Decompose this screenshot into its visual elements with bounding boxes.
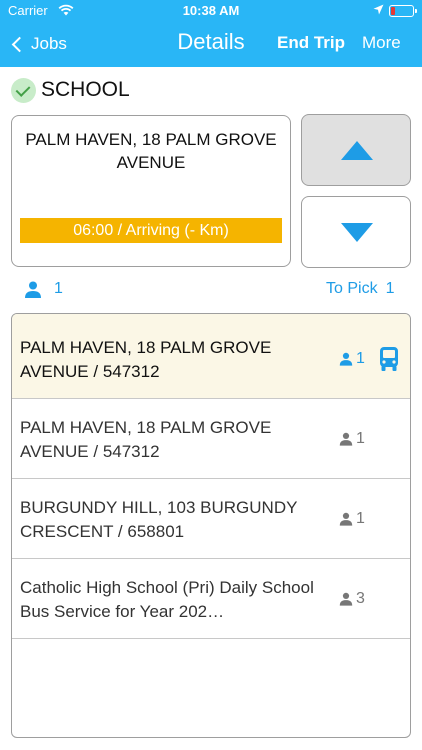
person-icon: [339, 432, 353, 446]
stop-pax-value: 1: [356, 510, 365, 527]
trip-type-row: SCHOOL: [11, 77, 130, 103]
end-trip-button[interactable]: End Trip: [277, 33, 345, 53]
stop-passenger-count: 3: [339, 590, 365, 608]
arrival-status-badge: 06:00 / Arriving (- Km): [20, 218, 282, 243]
person-icon: [339, 592, 353, 606]
arrow-down-icon: [341, 223, 373, 242]
arrow-up-icon: [341, 141, 373, 160]
back-button[interactable]: Jobs: [10, 32, 67, 56]
stop-passenger-count: 1: [339, 350, 365, 368]
current-stop-address: PALM HAVEN, 18 PALM GROVE AVENUE: [25, 130, 277, 172]
trip-type-label: SCHOOL: [41, 78, 130, 101]
more-button[interactable]: More: [362, 33, 401, 53]
previous-stop-button[interactable]: [301, 114, 411, 186]
stop-address: PALM HAVEN, 18 PALM GROVE AVENUE / 54731…: [20, 338, 272, 381]
passenger-count-value: 1: [54, 280, 63, 297]
person-icon: [339, 352, 353, 366]
status-bar: Carrier 10:38 AM: [0, 0, 422, 22]
stop-address: BURGUNDY HILL, 103 BURGUNDY CRESCENT / 6…: [20, 498, 298, 541]
list-item[interactable]: Catholic High School (Pri) Daily School …: [12, 559, 410, 639]
list-item[interactable]: PALM HAVEN, 18 PALM GROVE AVENUE / 54731…: [12, 399, 410, 479]
stop-pax-value: 1: [356, 430, 365, 447]
passenger-count: 1: [24, 279, 63, 299]
stop-list[interactable]: PALM HAVEN, 18 PALM GROVE AVENUE / 54731…: [11, 313, 411, 738]
to-pick-summary: To Pick 1: [326, 280, 394, 298]
current-stop-card: PALM HAVEN, 18 PALM GROVE AVENUE 06:00 /…: [11, 115, 291, 267]
stop-passenger-count: 1: [339, 510, 365, 528]
list-item[interactable]: BURGUNDY HILL, 103 BURGUNDY CRESCENT / 6…: [12, 479, 410, 559]
status-time: 10:38 AM: [182, 3, 240, 18]
stop-address: PALM HAVEN, 18 PALM GROVE AVENUE / 54731…: [20, 418, 272, 461]
bus-icon: [380, 347, 398, 371]
to-pick-count: 1: [385, 280, 395, 297]
back-label: Jobs: [31, 34, 67, 53]
navigation-bar: Carrier 10:38 AM Jobs Details End Trip M…: [0, 0, 422, 67]
stop-address: Catholic High School (Pri) Daily School …: [20, 578, 314, 621]
to-pick-label: To Pick: [326, 280, 378, 297]
location-arrow-icon: [373, 4, 384, 15]
stop-pax-value: 1: [356, 350, 365, 367]
chevron-left-icon: [11, 36, 28, 52]
battery-icon: [389, 5, 417, 17]
person-icon: [25, 281, 41, 298]
check-circle-icon: [11, 77, 36, 103]
list-item[interactable]: PALM HAVEN, 18 PALM GROVE AVENUE / 54731…: [12, 314, 410, 399]
stop-pax-value: 3: [356, 590, 365, 607]
next-stop-button[interactable]: [301, 196, 411, 268]
stop-passenger-count: 1: [339, 430, 365, 448]
person-icon: [339, 512, 353, 526]
